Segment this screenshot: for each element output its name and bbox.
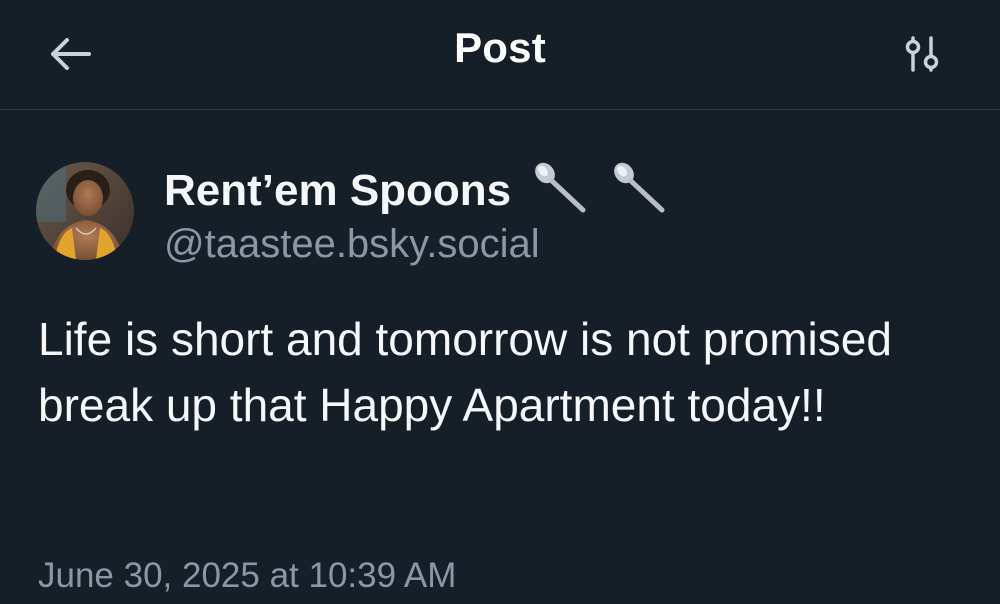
post-screen: Post Rent’em Spoons @taastee.bsky.social… xyxy=(0,0,1000,604)
header-bar: Post xyxy=(0,0,1000,110)
avatar[interactable] xyxy=(36,162,134,260)
post-text: Life is short and tomorrow is not promis… xyxy=(38,313,892,431)
post-timestamp: June 30, 2025 at 10:39 AM xyxy=(38,556,457,595)
page-title: Post xyxy=(454,24,546,71)
post-author: Rent’em Spoons @taastee.bsky.social xyxy=(36,160,964,270)
sliders-icon xyxy=(905,36,939,72)
thread-options-button[interactable] xyxy=(894,28,950,80)
author-display-name[interactable]: Rent’em Spoons xyxy=(164,160,668,227)
avatar-image xyxy=(36,162,134,260)
author-handle[interactable]: @taastee.bsky.social xyxy=(164,222,540,267)
display-name-text: Rent’em Spoons xyxy=(164,166,512,216)
spoon-icon xyxy=(610,160,668,227)
spoon-icon xyxy=(531,160,589,227)
